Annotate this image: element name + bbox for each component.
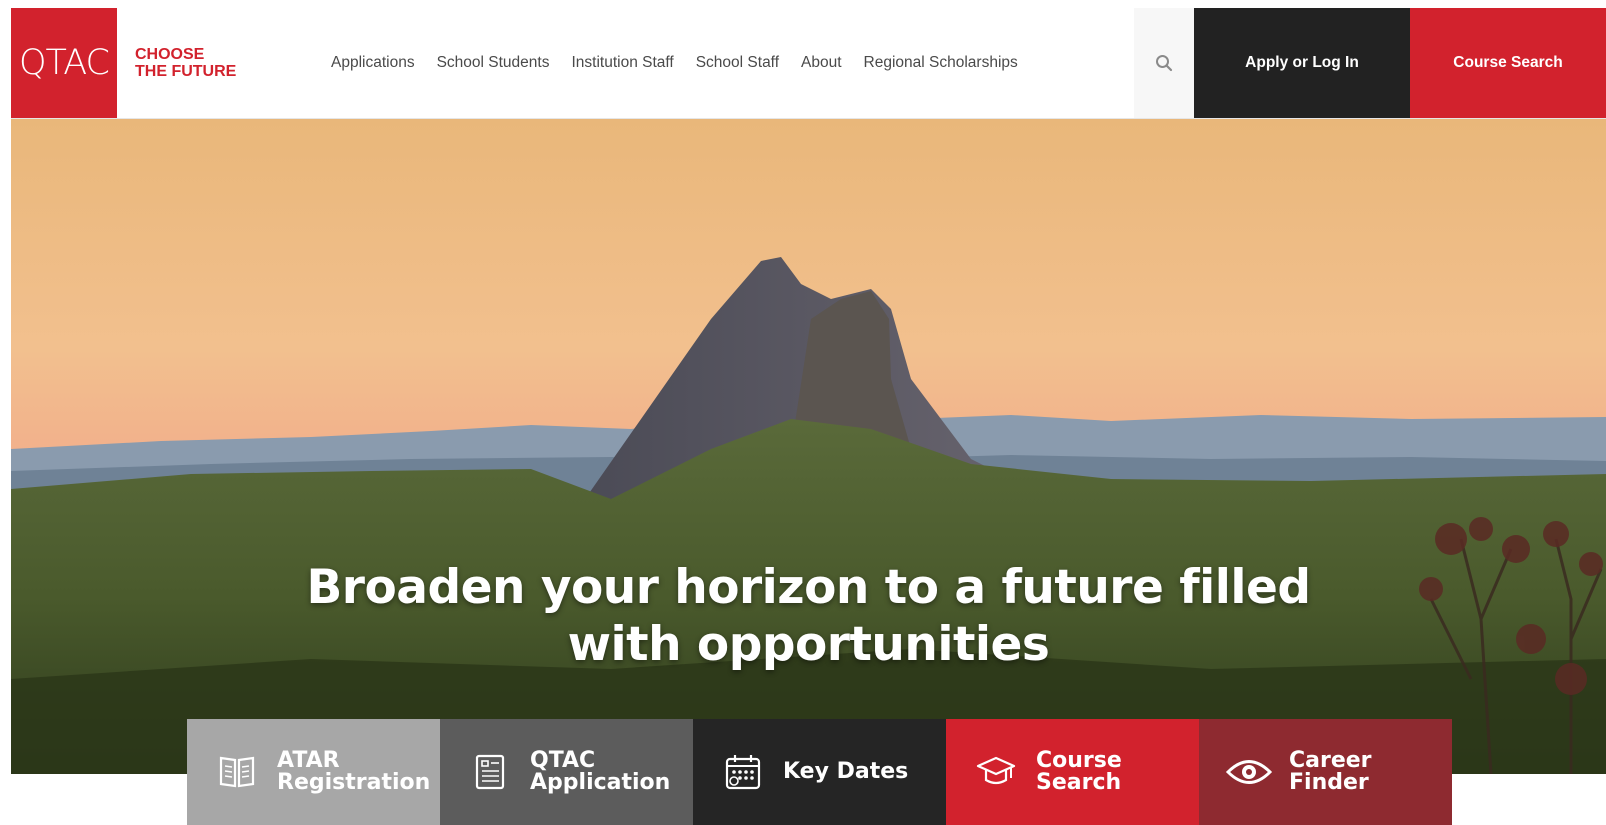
tile-label-line-1: ATAR: [277, 748, 340, 773]
hero-mountain-image: [11, 119, 1606, 774]
tile-label-line-1: Course: [1036, 748, 1122, 773]
tile-qtac-application[interactable]: QTAC Application: [440, 719, 693, 825]
nav-school-students[interactable]: School Students: [437, 54, 550, 72]
nav-school-staff[interactable]: School Staff: [696, 54, 779, 72]
tagline-line-1: CHOOSE: [135, 46, 205, 63]
calendar-icon: [719, 748, 767, 796]
nav-applications[interactable]: Applications: [331, 54, 415, 72]
search-icon: [1156, 55, 1173, 72]
tile-label: Key Dates: [783, 761, 908, 783]
tile-career-finder[interactable]: Career Finder: [1199, 719, 1452, 825]
qtac-logo[interactable]: QTAC: [11, 8, 117, 118]
top-navigation-bar: QTAC CHOOSE THE FUTURE Applications Scho…: [11, 8, 1606, 119]
tile-label: QTAC Application: [530, 750, 670, 794]
tile-label: ATAR Registration: [277, 750, 430, 794]
quick-links: ATAR Registration QTAC Application Key D…: [187, 719, 1452, 825]
tagline-line-2: THE FUTURE: [135, 63, 237, 80]
main-nav: Applications School Students Institution…: [331, 8, 1018, 118]
book-icon: [213, 748, 261, 796]
nav-about[interactable]: About: [801, 54, 842, 72]
tile-key-dates[interactable]: Key Dates: [693, 719, 946, 825]
tile-label-line-2: Search: [1036, 770, 1122, 795]
hero-headline: Broaden your horizon to a future filled …: [11, 559, 1606, 673]
tile-label: Career Finder: [1289, 750, 1372, 794]
graduation-cap-icon: [972, 748, 1020, 796]
eye-icon: [1225, 748, 1273, 796]
course-search-button[interactable]: Course Search: [1410, 8, 1606, 118]
tile-atar-registration[interactable]: ATAR Registration: [187, 719, 440, 825]
nav-regional-scholarships[interactable]: Regional Scholarships: [864, 54, 1018, 72]
form-icon: [466, 748, 514, 796]
hero-headline-line-2: with opportunities: [567, 617, 1050, 672]
tile-label-line-1: Career: [1289, 748, 1372, 773]
tile-label-line-2: Finder: [1289, 770, 1369, 795]
tile-label-line-2: Registration: [277, 770, 431, 795]
tile-label-line-1: Key Dates: [783, 759, 909, 784]
search-button[interactable]: [1134, 8, 1194, 118]
hero-banner: Broaden your horizon to a future filled …: [11, 119, 1606, 774]
nav-institution-staff[interactable]: Institution Staff: [571, 54, 673, 72]
tile-course-search[interactable]: Course Search: [946, 719, 1199, 825]
logo-text: QTAC: [19, 43, 110, 83]
tagline: CHOOSE THE FUTURE: [135, 46, 255, 80]
tile-label: Course Search: [1036, 750, 1122, 794]
hero-headline-line-1: Broaden your horizon to a future filled: [306, 560, 1311, 615]
apply-or-log-in-button[interactable]: Apply or Log In: [1194, 8, 1410, 118]
tile-label-line-2: Application: [530, 770, 671, 795]
tile-label-line-1: QTAC: [530, 748, 596, 773]
